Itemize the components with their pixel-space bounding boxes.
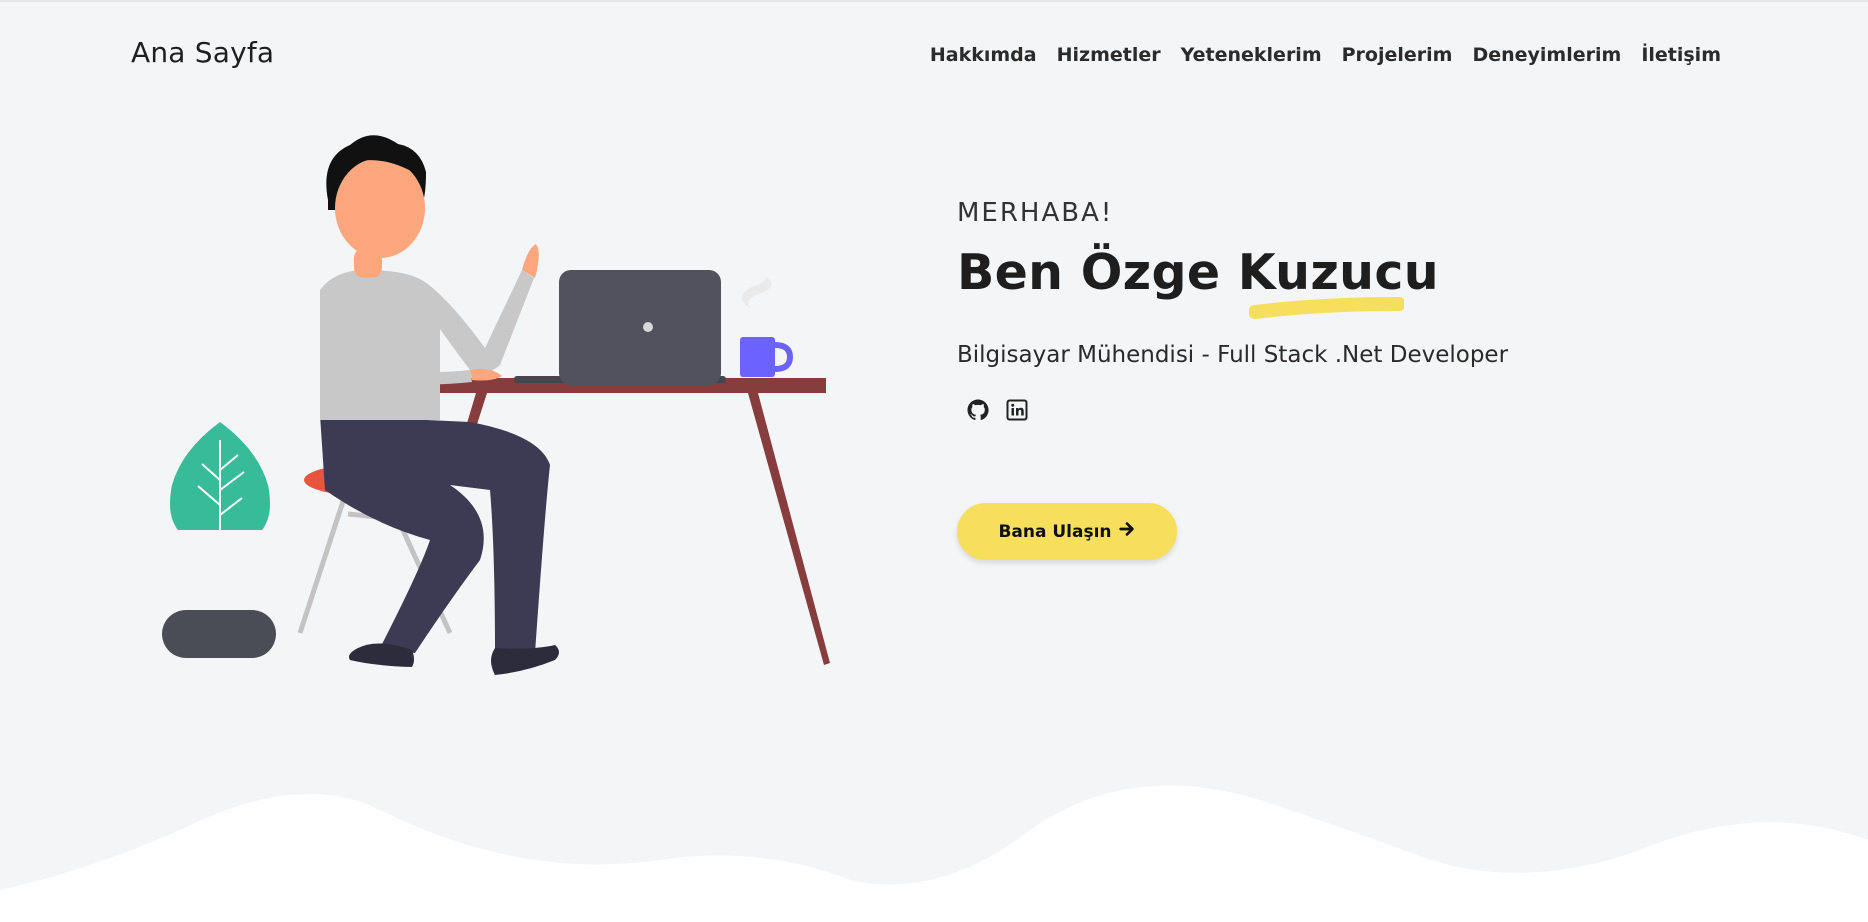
- nav-item-hizmetler[interactable]: Hizmetler: [1057, 44, 1161, 66]
- hero-section: MERHABA! Ben Özge Kuzucu Bilgisayar Mühe…: [957, 198, 1677, 422]
- brand-home-link[interactable]: Ana Sayfa: [131, 36, 274, 69]
- name-heading-wrap: Ben Özge Kuzucu: [957, 244, 1677, 319]
- nav-item-projelerim[interactable]: Projelerim: [1342, 44, 1453, 66]
- contact-button-label: Bana Ulaşın: [998, 521, 1112, 542]
- greeting-text: MERHABA!: [957, 198, 1114, 228]
- github-icon[interactable]: [966, 398, 990, 422]
- top-border: [0, 0, 1868, 2]
- developer-illustration: [162, 135, 830, 675]
- laptop: [559, 270, 721, 385]
- laptop-logo-icon: [643, 322, 653, 332]
- nav-item-iletisim[interactable]: İletişim: [1641, 44, 1721, 66]
- nav-item-yeteneklerim[interactable]: Yeteneklerim: [1181, 44, 1322, 66]
- desk-leg-right: [748, 393, 830, 665]
- job-title: Bilgisayar Mühendisi - Full Stack .Net D…: [957, 342, 1509, 368]
- legs: [320, 415, 550, 653]
- linkedin-icon[interactable]: [1005, 398, 1029, 422]
- shoe-right: [491, 645, 559, 675]
- face: [335, 158, 425, 258]
- arrow-right-icon: [1118, 520, 1136, 543]
- steam-icon: [741, 276, 772, 308]
- name-heading: Ben Özge Kuzucu: [957, 244, 1439, 301]
- contact-button[interactable]: Bana Ulaşın: [957, 503, 1177, 560]
- nav-item-deneyimlerim[interactable]: Deneyimlerim: [1472, 44, 1621, 66]
- main-nav: Hakkımda Hizmetler Yeteneklerim Projeler…: [930, 44, 1721, 66]
- mug: [740, 337, 775, 377]
- social-links: [957, 398, 1677, 422]
- nav-item-hakkimda[interactable]: Hakkımda: [930, 44, 1037, 66]
- plant-pot: [162, 610, 276, 658]
- bottom-wave: [0, 785, 1868, 922]
